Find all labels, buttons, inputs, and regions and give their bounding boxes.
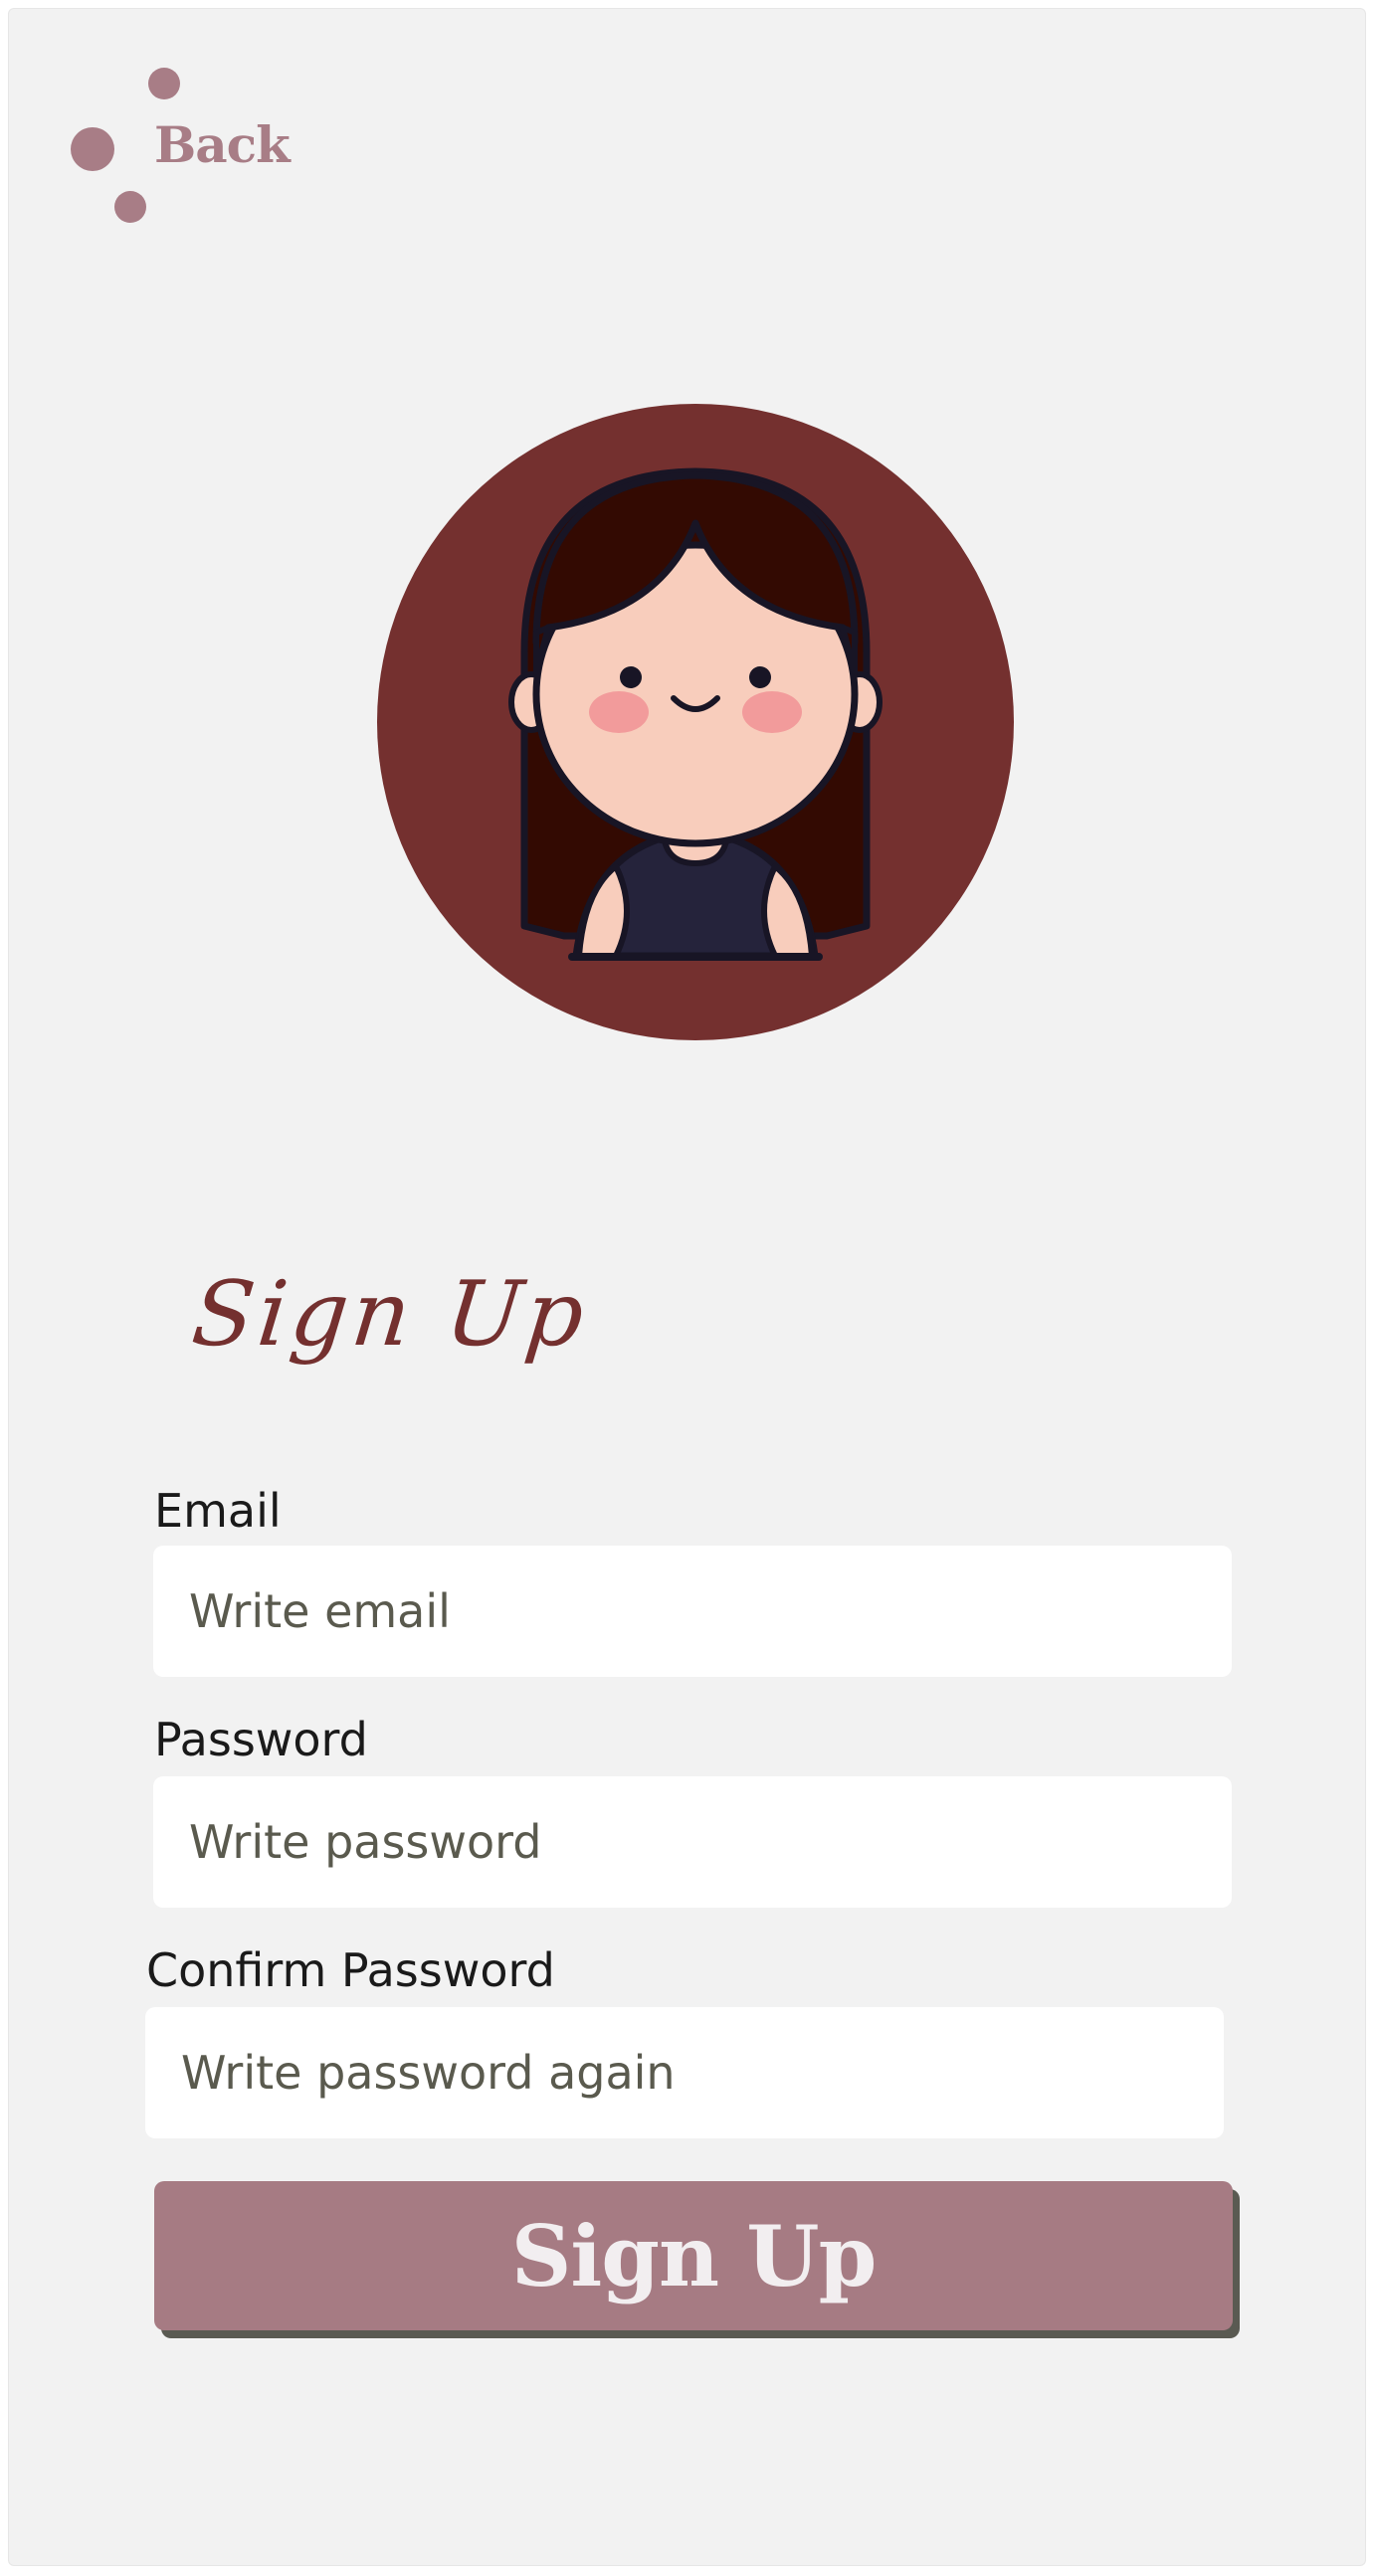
confirm-password-label: Confirm Password	[146, 1943, 555, 1997]
sign-up-button[interactable]: Sign Up	[154, 2181, 1233, 2330]
confirm-password-input[interactable]	[145, 2007, 1224, 2138]
app-screen: Back Sign Up Email Write email Password …	[8, 8, 1366, 2566]
password-label: Password	[154, 1713, 368, 1766]
password-input[interactable]	[153, 1776, 1232, 1908]
back-label[interactable]: Back	[154, 115, 291, 174]
decor-dot-left	[71, 127, 114, 171]
decor-dot-bottom	[114, 191, 146, 223]
avatar	[377, 404, 1014, 1040]
page-title: Sign Up	[187, 1262, 593, 1367]
girl-avatar-icon	[377, 404, 1014, 1040]
email-label: Email	[154, 1484, 282, 1538]
back-button[interactable]: Back	[69, 64, 307, 233]
email-input[interactable]	[153, 1546, 1232, 1677]
decor-dot-top	[148, 68, 180, 99]
